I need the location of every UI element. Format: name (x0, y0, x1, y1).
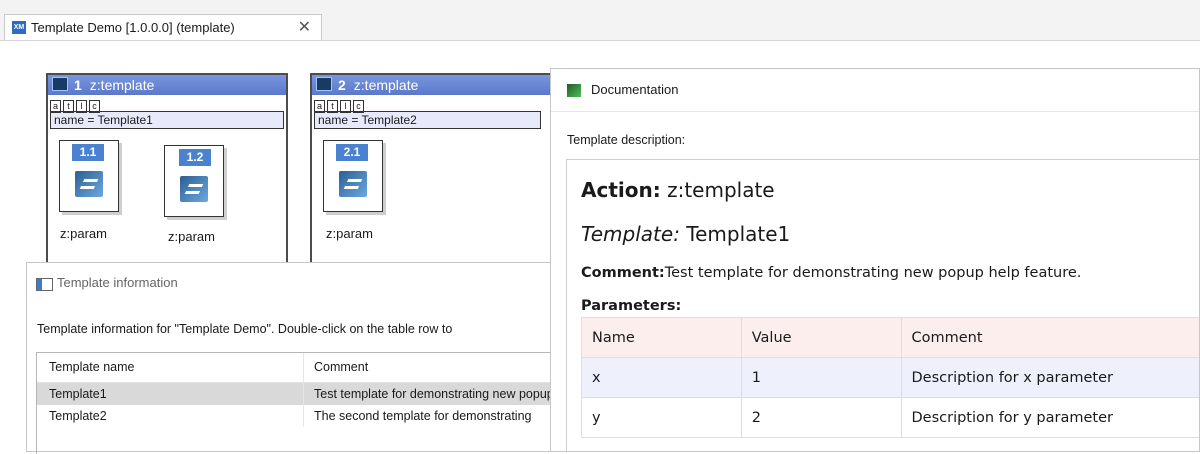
template-node-header[interactable]: 2 z:template (312, 75, 550, 95)
editor-tab[interactable]: XM Template Demo [1.0.0.0] (template) ✕ (4, 14, 322, 40)
panel-title: Template information (57, 275, 178, 290)
param-icon (180, 176, 208, 202)
table-header-row: Template name Comment (37, 353, 568, 383)
template-title: z:template (90, 77, 155, 93)
template-node-header[interactable]: 1 z:template (48, 75, 286, 95)
template-value: Template1 (680, 222, 790, 246)
panel-header: Template information (27, 263, 565, 305)
cell-param-value: 1 (741, 358, 901, 398)
template-icon (316, 77, 332, 91)
cell-param-name: x (582, 358, 742, 398)
comment-line: Comment:Test template for demonstrating … (581, 265, 1081, 281)
template-title: z:template (354, 77, 419, 93)
panel-title: Documentation (591, 82, 678, 97)
editor-tab-bar: XM Template Demo [1.0.0.0] (template) ✕ (0, 0, 1200, 41)
column-header-name[interactable]: Template name (49, 353, 299, 382)
node-tabs: atlc (48, 95, 286, 110)
table-header-row: Name Value Comment (582, 318, 1200, 358)
action-value: z:template (661, 178, 775, 202)
param-icon (75, 171, 103, 197)
param-node[interactable]: 1.1 (59, 140, 119, 212)
column-header-value: Value (741, 318, 901, 358)
close-icon[interactable]: ✕ (298, 15, 311, 41)
param-number: 1.2 (179, 149, 211, 166)
comment-value: Test template for demonstrating new popu… (665, 265, 1082, 281)
documentation-content: Action: z:template Template: Template1 C… (566, 159, 1200, 452)
table-row: x 1 Description for x parameter (582, 358, 1200, 398)
template-name-attribute[interactable]: name = Template2 (314, 111, 541, 129)
column-header-name: Name (582, 318, 742, 358)
param-node[interactable]: 2.1 (323, 140, 383, 212)
cell-param-comment: Description for y parameter (901, 398, 1200, 438)
template-description-label: Template description: (567, 133, 685, 147)
parameters-table: Name Value Comment x 1 Description for x… (581, 317, 1200, 438)
param-label: z:param (326, 226, 373, 241)
template-label: Template: (581, 222, 680, 246)
template-number: 1 (74, 77, 82, 93)
window-icon (36, 278, 53, 291)
documentation-icon (567, 84, 581, 97)
node-tabs: atlc (312, 95, 550, 110)
template-number: 2 (338, 77, 346, 93)
template-name-attribute[interactable]: name = Template1 (50, 111, 284, 129)
xml-editor-icon: XM (12, 21, 26, 34)
template-information-panel: Template information Template informatio… (26, 262, 566, 452)
param-label: z:param (168, 229, 215, 244)
cell-comment: Test template for demonstrating new popu… (303, 383, 568, 405)
cell-param-name: y (582, 398, 742, 438)
template-icon (52, 77, 68, 91)
panel-header: Documentation (551, 69, 1199, 112)
cell-param-value: 2 (741, 398, 901, 438)
template-table: Template name Comment Template1 Test tem… (36, 352, 568, 454)
param-number: 1.1 (72, 144, 104, 161)
table-row[interactable]: Template2 The second template for demons… (37, 405, 568, 427)
cell-param-comment: Description for x parameter (901, 358, 1200, 398)
column-header-comment[interactable]: Comment (303, 353, 568, 382)
param-number: 2.1 (336, 144, 368, 161)
action-label: Action: (581, 178, 661, 202)
comment-label: Comment: (581, 265, 665, 281)
cell-template-name: Template1 (49, 383, 299, 405)
param-label: z:param (60, 226, 107, 241)
template-heading: Template: Template1 (581, 222, 790, 246)
table-row: y 2 Description for y parameter (582, 398, 1200, 438)
param-node[interactable]: 1.2 (164, 145, 224, 217)
cell-template-name: Template2 (49, 405, 299, 427)
editor-tab-title: Template Demo [1.0.0.0] (template) (31, 20, 235, 35)
param-icon (339, 171, 367, 197)
parameters-label: Parameters: (581, 298, 681, 314)
table-row[interactable]: Template1 Test template for demonstratin… (37, 383, 568, 405)
cell-comment: The second template for demonstrating (303, 405, 568, 427)
documentation-panel: Documentation Template description: Acti… (550, 68, 1200, 452)
column-header-comment: Comment (901, 318, 1200, 358)
action-heading: Action: z:template (581, 178, 775, 202)
panel-description: Template information for "Template Demo"… (37, 322, 565, 336)
